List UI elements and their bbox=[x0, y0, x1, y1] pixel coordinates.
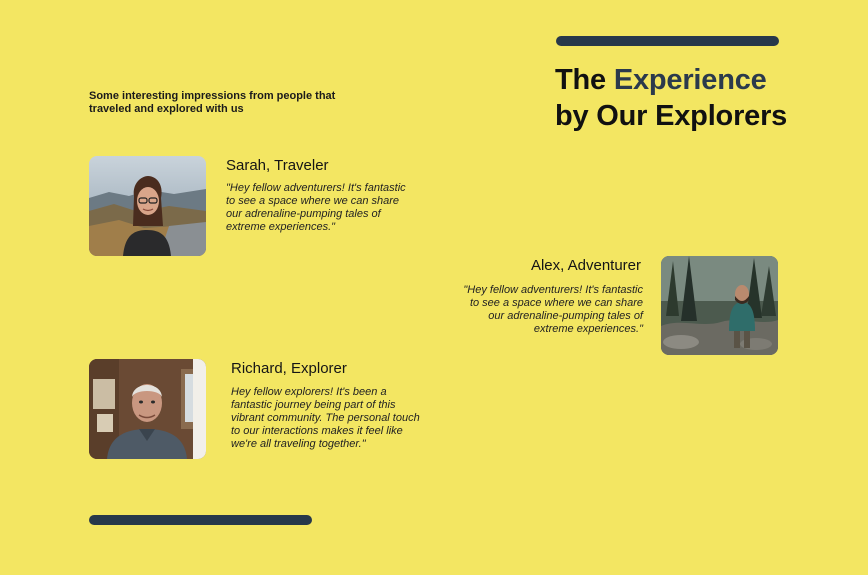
testimonial-quote-alex: "Hey fellow adventurers! It's fantastic … bbox=[463, 284, 643, 335]
testimonial-quote-sarah: "Hey fellow adventurers! It's fantastic … bbox=[226, 182, 406, 233]
richard-photo bbox=[89, 359, 206, 459]
title-part-1: The bbox=[555, 64, 614, 96]
decorative-bar-bottom bbox=[89, 515, 312, 525]
title-line-2: by Our Explorers bbox=[555, 100, 788, 132]
testimonial-quote-richard: Hey fellow explorers! It's been a fantas… bbox=[231, 386, 420, 450]
sarah-photo bbox=[89, 156, 206, 256]
alex-photo bbox=[661, 256, 778, 355]
page-title: The Experience by Our Explorers bbox=[555, 62, 787, 134]
decorative-bar-top bbox=[556, 36, 779, 46]
title-accent: Experience bbox=[613, 64, 767, 96]
intro-text: Some interesting impressions from people… bbox=[89, 90, 336, 115]
testimonial-name-richard: Richard, Explorer bbox=[231, 360, 347, 377]
testimonial-name-sarah: Sarah, Traveler bbox=[226, 157, 329, 174]
testimonial-name-alex: Alex, Adventurer bbox=[530, 257, 641, 274]
